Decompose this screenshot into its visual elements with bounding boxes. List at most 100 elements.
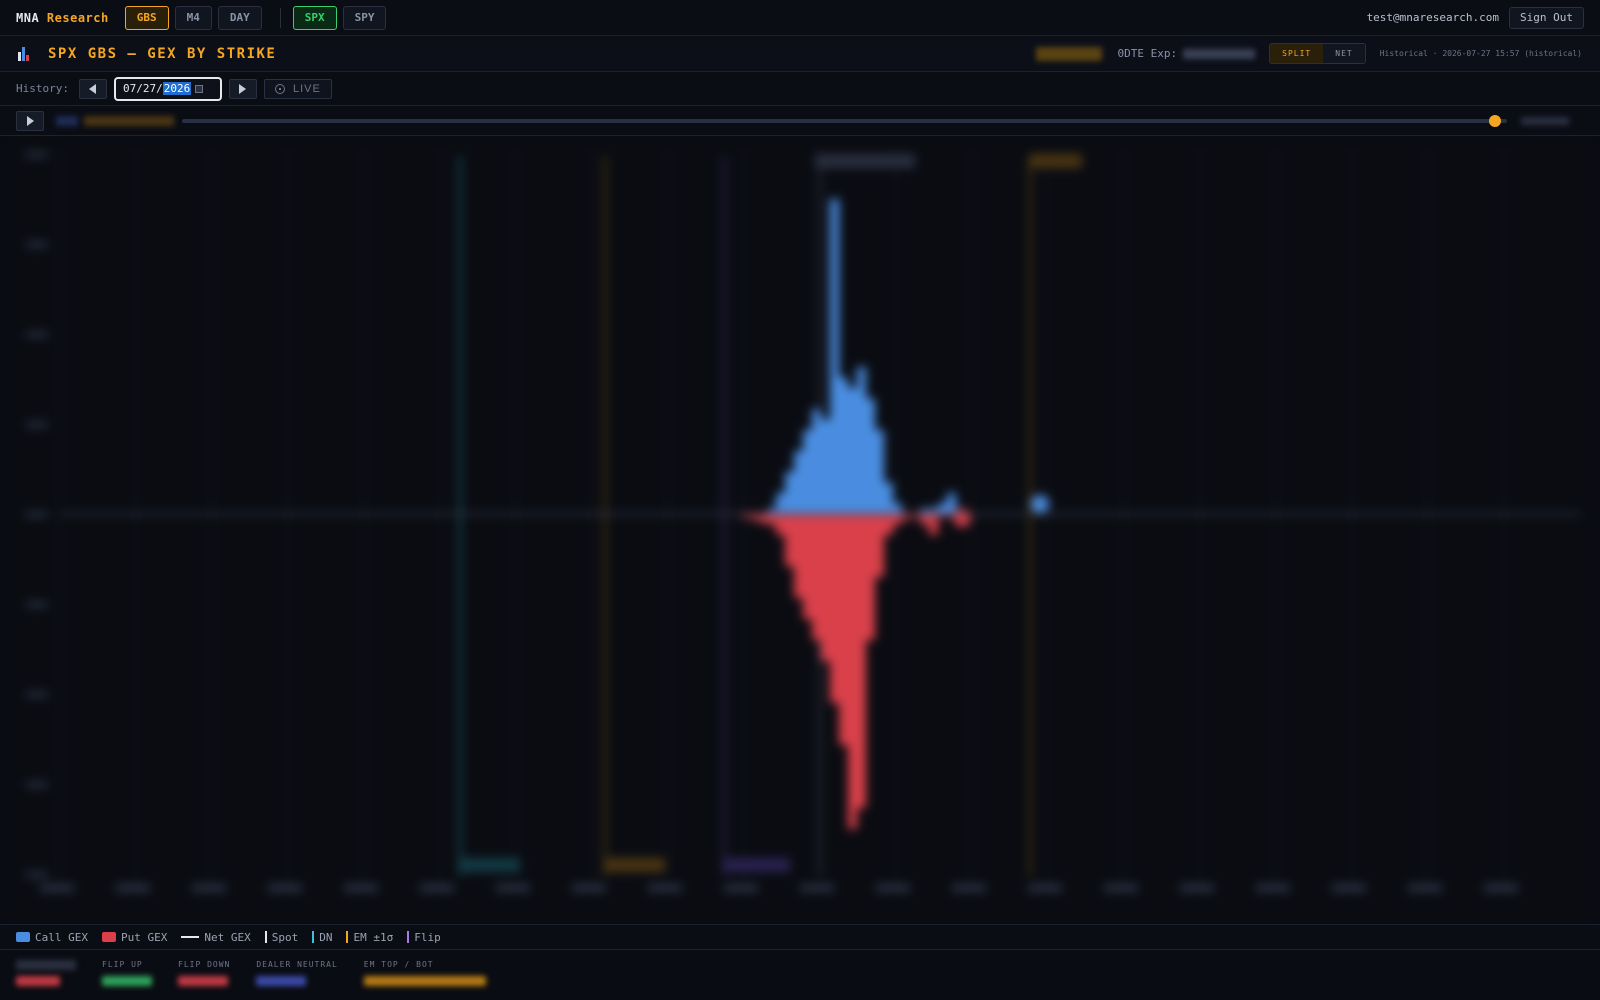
- legend-label: Call GEX: [35, 930, 88, 944]
- put-gex-bar: [848, 514, 857, 829]
- call-gex-bar: [785, 472, 794, 514]
- status-badge: [1035, 46, 1102, 61]
- x-tick-label: [952, 884, 986, 892]
- x-tick-label: [876, 884, 910, 892]
- y-tick-label: [26, 151, 48, 158]
- account-area: test@mnaresearch.com Sign Out: [1366, 6, 1584, 29]
- clock-icon: [274, 83, 285, 94]
- legend-swatch: [407, 931, 410, 943]
- date-month[interactable]: 07: [123, 82, 136, 95]
- history-bar: History: 07/27/2026 LIVE: [0, 72, 1600, 106]
- previous-day-button[interactable]: [78, 78, 107, 99]
- gex-marker: [953, 509, 971, 527]
- timeline-slider-thumb[interactable]: [1489, 114, 1501, 127]
- play-button[interactable]: [16, 110, 44, 131]
- legend-item: Net GEX: [181, 930, 251, 944]
- legend-label: Spot: [271, 930, 299, 944]
- put-gex-bar: [758, 514, 767, 523]
- sign-out-button[interactable]: Sign Out: [1509, 6, 1584, 29]
- put-gex-bar: [776, 514, 785, 535]
- title-controls: 0DTE Exp: SPLIT NET Historical · 2026-07…: [1035, 43, 1582, 64]
- timeline-slider[interactable]: [182, 114, 1507, 127]
- legend-swatch: [346, 931, 349, 943]
- stat-label: DEALER NEUTRAL: [256, 960, 338, 969]
- call-gex-bar: [848, 388, 857, 514]
- timeline-speed[interactable]: [56, 115, 78, 126]
- date-day[interactable]: 27: [143, 82, 156, 95]
- legend-swatch: [16, 932, 30, 942]
- net-toggle[interactable]: NET: [1323, 44, 1365, 63]
- symbol-spx-button[interactable]: SPX: [292, 5, 337, 30]
- timeline-range-label: [1521, 116, 1569, 125]
- view-mode-toggle: SPLIT NET: [1269, 43, 1366, 64]
- x-tick-label: [1028, 884, 1062, 892]
- y-tick-label: [26, 421, 48, 428]
- put-gex-bar: [767, 514, 776, 525]
- y-tick-label: [26, 241, 48, 248]
- nav-day-button[interactable]: DAY: [217, 5, 262, 30]
- legend-label: Put GEX: [120, 930, 168, 944]
- legend-swatch: [181, 936, 200, 938]
- stat-block: FLIP DOWN: [178, 960, 230, 986]
- title-bar: SPX GBS — GEX BY STRIKE 0DTE Exp: SPLIT …: [0, 36, 1600, 72]
- put-gex-bar: [875, 514, 884, 577]
- x-tick-label: [800, 884, 834, 892]
- x-tick-label: [496, 884, 530, 892]
- divider: [279, 7, 281, 28]
- live-button[interactable]: LIVE: [263, 78, 332, 99]
- call-gex-bar: [830, 199, 839, 514]
- call-gex-bar: [812, 409, 821, 514]
- gex-marker: [1031, 495, 1049, 513]
- put-gex-bar: [920, 514, 929, 525]
- stat-label: [16, 960, 76, 970]
- split-toggle[interactable]: SPLIT: [1270, 44, 1324, 63]
- call-gex-bar: [839, 377, 848, 514]
- x-tick-label: [268, 884, 302, 892]
- nav-m4-button[interactable]: M4: [174, 5, 212, 30]
- legend-item: Call GEX: [16, 931, 88, 944]
- expiry-label: 0DTE Exp:: [1117, 47, 1178, 60]
- call-gex-bar: [803, 430, 812, 514]
- x-tick-label: [572, 884, 606, 892]
- x-tick-label: [420, 884, 454, 892]
- stat-value: [256, 976, 307, 986]
- bar-chart-icon: [18, 46, 32, 61]
- legend-label: Flip: [414, 930, 441, 944]
- y-tick-label: [26, 511, 48, 518]
- y-tick-label: [26, 871, 48, 878]
- x-tick-label: [1408, 884, 1442, 892]
- put-gex-bar: [893, 514, 902, 525]
- x-tick-label: [724, 884, 758, 892]
- legend-label: EM ±1σ: [353, 930, 394, 944]
- y-tick-label: [26, 601, 48, 608]
- stat-value: [178, 976, 228, 986]
- date-input[interactable]: 07/27/2026: [113, 76, 222, 101]
- nav-gbs-button[interactable]: GBS: [124, 5, 169, 30]
- stats-panel: FLIP UP FLIP DOWN DEALER NEUTRAL EM TOP / B…: [0, 950, 1600, 1000]
- expiry-value: [1183, 48, 1256, 59]
- legend-item: Put GEX: [101, 930, 168, 944]
- stat-value: [16, 976, 60, 986]
- call-gex-bar: [947, 493, 956, 514]
- put-gex-bar: [857, 514, 866, 808]
- date-year[interactable]: 2026: [162, 82, 192, 95]
- stat-block: EM TOP / BOT: [363, 960, 486, 986]
- call-gex-bar: [893, 503, 902, 514]
- x-tick-label: [648, 884, 682, 892]
- history-label: History:: [16, 82, 69, 95]
- next-day-button[interactable]: [228, 78, 257, 99]
- call-gex-bar: [821, 419, 830, 514]
- legend-item: Flip: [407, 931, 441, 944]
- calendar-icon[interactable]: [195, 84, 204, 93]
- put-gex-bar: [929, 514, 938, 535]
- y-tick-label: [26, 331, 48, 338]
- call-gex-bar: [776, 493, 785, 514]
- user-email: test@mnaresearch.com: [1366, 11, 1500, 24]
- legend-label: Net GEX: [204, 930, 251, 944]
- arrow-right-icon: [239, 83, 247, 94]
- call-gex-bar: [794, 451, 803, 514]
- x-tick-label: [1104, 884, 1138, 892]
- brand-logo[interactable]: MNA Research: [16, 11, 109, 25]
- play-icon: [26, 115, 34, 126]
- symbol-spy-button[interactable]: SPY: [342, 5, 387, 30]
